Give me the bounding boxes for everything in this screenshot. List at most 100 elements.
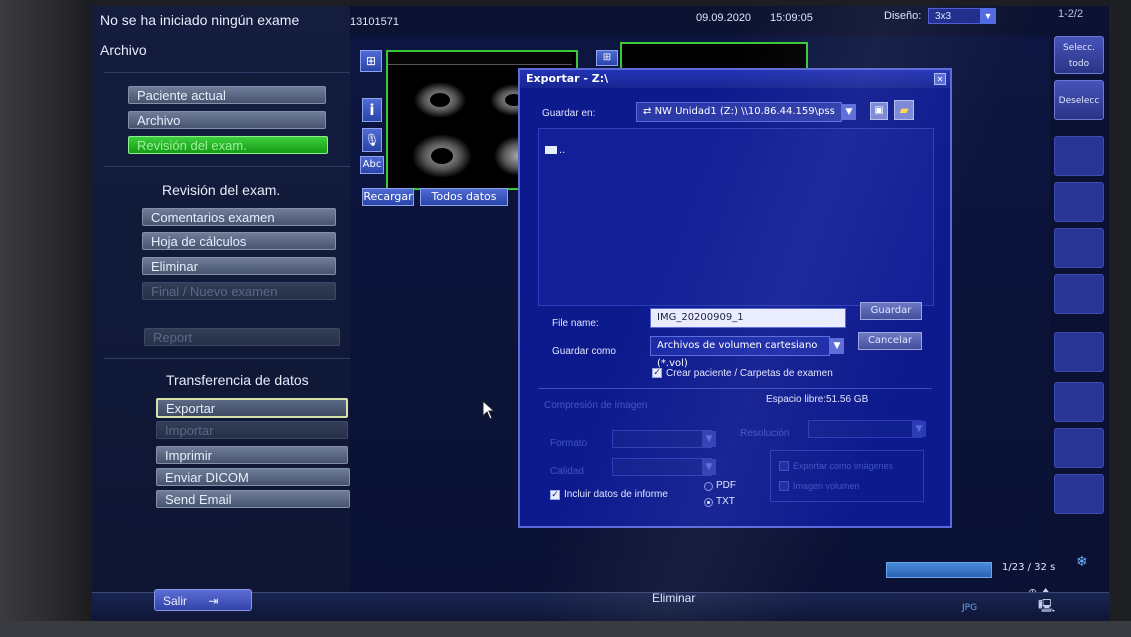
export-button[interactable]: Exportar <box>156 398 348 418</box>
quality-label: Calidad <box>550 466 584 477</box>
monitor-icon: 🖳 <box>1038 599 1056 614</box>
chevron-down-icon[interactable]: ▼ <box>842 104 856 120</box>
create-patient-checkbox[interactable]: ✓ <box>652 368 662 378</box>
exit-icon: ⇥ <box>208 594 219 608</box>
exit-button[interactable]: Salir ⇥ <box>154 589 252 611</box>
exit-label: Salir <box>163 594 188 608</box>
txt-radio[interactable] <box>704 498 713 507</box>
info-icon-label: i <box>369 101 375 119</box>
end-new-exam-button[interactable]: Final / Nuevo examen <box>142 282 336 300</box>
folder-up-icon[interactable]: ▣ <box>870 102 888 120</box>
archive-section-title: Archivo <box>100 42 147 58</box>
delete-exam-button[interactable]: Eliminar <box>142 257 336 275</box>
side-button[interactable] <box>1054 474 1104 514</box>
format-label: Formato <box>550 438 588 449</box>
folder-icon <box>545 146 557 154</box>
side-button[interactable] <box>1054 274 1104 314</box>
exam-review-button[interactable]: Revisión del exam. <box>128 136 328 154</box>
worksheet-button[interactable]: Hoja de cálculos <box>142 232 336 250</box>
create-patient-label: Crear paciente / Carpetas de examen <box>666 368 833 379</box>
send-email-button[interactable]: Send Email <box>156 490 350 508</box>
divider <box>538 388 932 389</box>
divider <box>104 72 352 73</box>
layout-select[interactable]: 3x3 <box>928 8 988 24</box>
chevron-down-icon[interactable]: ▼ <box>702 431 716 447</box>
exam-comments-button[interactable]: Comentarios examen <box>142 208 336 226</box>
print-button[interactable]: Imprimir <box>156 446 348 464</box>
snowflake-icon[interactable]: ❄ <box>1076 554 1088 570</box>
quality-select[interactable] <box>612 458 712 476</box>
bottom-bar: Salir ⇥ Eliminar JPG 🖳 <box>92 589 1109 621</box>
send-dicom-button[interactable]: Enviar DICOM <box>156 468 350 486</box>
divider <box>104 166 352 167</box>
option-checkbox[interactable] <box>779 461 789 471</box>
cine-progress-bar[interactable] <box>886 562 992 578</box>
monitor-bezel-left <box>0 0 92 637</box>
include-report-checkbox[interactable]: ✓ <box>550 490 560 500</box>
pdf-radio[interactable] <box>704 482 713 491</box>
chevron-down-icon[interactable]: ▼ <box>830 338 844 354</box>
export-options-group: Exportar como imágenes Imagen volumen <box>770 450 924 502</box>
reload-button[interactable]: Recargar <box>362 188 414 206</box>
zoom-layout-icon[interactable]: ⊞ <box>360 50 382 72</box>
save-in-value: NW Unidad1 (Z:) \\10.86.44.159\pss <box>654 106 835 117</box>
current-patient-button[interactable]: Paciente actual <box>128 86 326 104</box>
exam-status-line: No se ha iniciado ningún exame <box>100 12 300 28</box>
chevron-down-icon[interactable]: ▼ <box>702 459 716 475</box>
page-indicator: 1-2/2 <box>1058 8 1084 20</box>
archive-button[interactable]: Archivo <box>128 111 326 129</box>
option-checkbox[interactable] <box>779 481 789 491</box>
save-as-label: Guardar como <box>552 346 616 357</box>
ultrasound-screen: No se ha iniciado ningún exame Archivo P… <box>92 6 1109 621</box>
zoom-layout-icon[interactable]: ⊞ <box>596 50 618 66</box>
top-info-bar: 13101571 09.09.2020 15:09:05 Diseño: 3x3… <box>350 6 1109 36</box>
monitor-bezel-right <box>1109 0 1131 637</box>
side-button[interactable] <box>1054 382 1104 422</box>
side-button[interactable] <box>1054 428 1104 468</box>
all-data-button[interactable]: Todos datos <box>420 188 508 206</box>
side-button[interactable] <box>1054 182 1104 222</box>
bottom-delete-label[interactable]: Eliminar <box>652 591 695 605</box>
mouse-cursor-icon <box>482 400 496 420</box>
info-icon[interactable]: i <box>362 98 382 122</box>
save-button[interactable]: Guardar <box>860 302 922 320</box>
patient-id: 13101571 <box>350 16 399 28</box>
save-as-select[interactable]: Archivos de volumen cartesiano (*.vol) <box>650 336 830 369</box>
chevron-down-icon[interactable]: ▼ <box>980 8 996 24</box>
image-thumbnail[interactable] <box>620 42 808 70</box>
close-icon[interactable]: ✕ <box>934 73 946 85</box>
layout-select-value: 3x3 <box>935 11 952 22</box>
pdf-label: PDF <box>716 480 736 491</box>
import-button[interactable]: Importar <box>156 421 348 439</box>
side-button[interactable] <box>1054 228 1104 268</box>
file-list-item[interactable]: .. <box>545 145 565 156</box>
deselect-button[interactable]: Deselecc <box>1054 80 1104 120</box>
network-drive-icon: ⇄ <box>643 106 655 117</box>
export-dialog: Exportar - Z:\ ✕ Guardar en: ⇄ NW Unidad… <box>518 68 952 528</box>
chevron-down-icon[interactable]: ▼ <box>912 421 926 437</box>
monitor-bezel-bottom <box>0 621 1131 637</box>
exam-time: 15:09:05 <box>770 12 813 24</box>
annotation-text-button[interactable]: Abc <box>360 156 384 174</box>
option-1-label: Exportar como imágenes <box>793 461 894 471</box>
free-space-label: Espacio libre: <box>766 394 827 405</box>
select-all-button[interactable]: Selecc. todo <box>1054 36 1104 74</box>
file-name-input[interactable]: IMG_20200909_1 <box>650 308 846 328</box>
review-section-heading: Revisión del exam. <box>162 182 281 198</box>
save-in-label: Guardar en: <box>542 108 596 119</box>
side-button[interactable] <box>1054 332 1104 372</box>
side-button[interactable] <box>1054 136 1104 176</box>
include-report-label: Incluir datos de informe <box>564 489 668 500</box>
option-2-label: Imagen volumen <box>793 481 860 491</box>
report-button[interactable]: Report <box>144 328 340 346</box>
microphone-icon[interactable]: 🎙 <box>362 128 382 152</box>
save-as-value: Archivos de volumen cartesiano (*.vol) <box>657 340 818 369</box>
folder-up-item: .. <box>559 145 566 156</box>
new-folder-icon[interactable]: ▰ <box>894 100 914 120</box>
format-badge: JPG <box>962 603 978 613</box>
file-list-pane[interactable]: .. <box>538 128 934 306</box>
cancel-button[interactable]: Cancelar <box>858 332 922 350</box>
save-in-select[interactable]: ⇄ NW Unidad1 (Z:) \\10.86.44.159\pss <box>636 102 842 122</box>
format-select[interactable] <box>612 430 712 448</box>
resolution-select[interactable] <box>808 420 922 438</box>
